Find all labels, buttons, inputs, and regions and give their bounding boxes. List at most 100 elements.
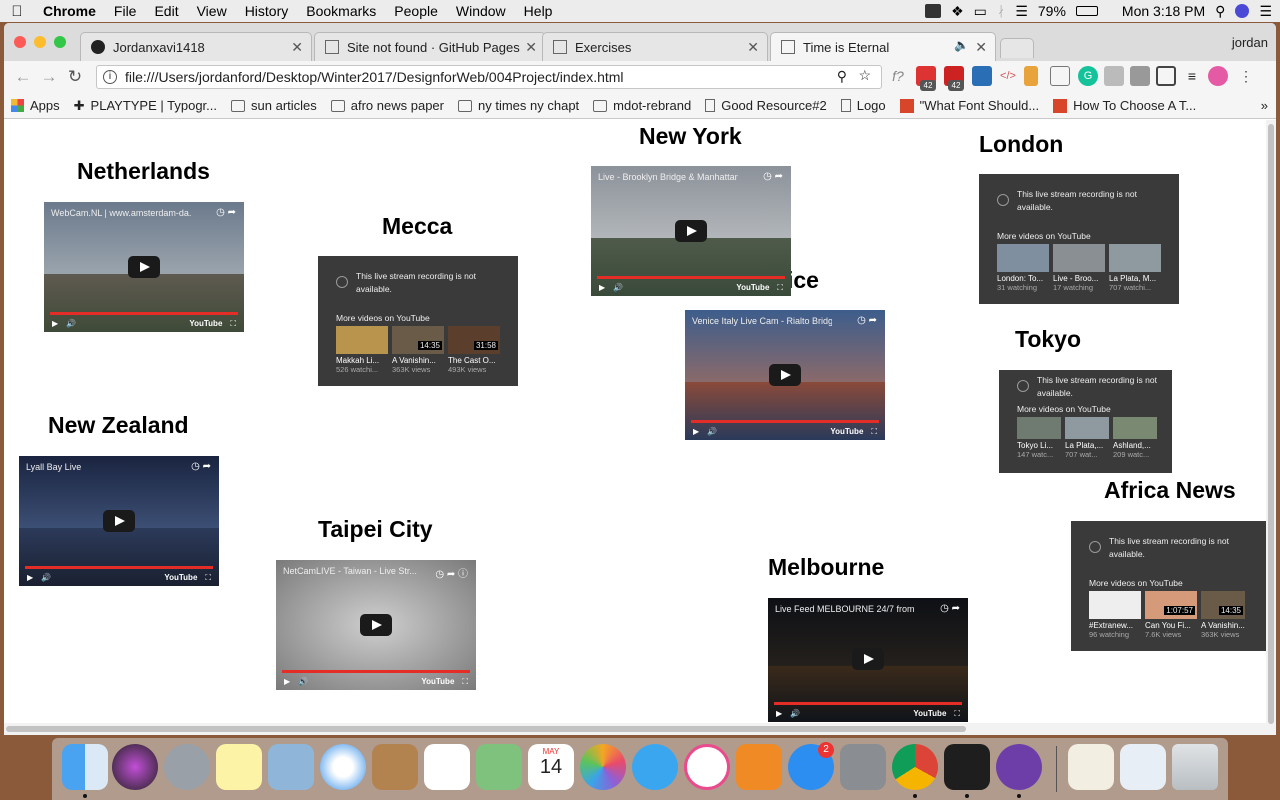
tab-site-not-found[interactable]: Site not found · GitHub Pages ✕ (314, 32, 546, 61)
document-stack-icon[interactable] (1068, 744, 1114, 790)
ibooks-icon[interactable] (736, 744, 782, 790)
watch-later-share-icons[interactable]: ◷ ➦ (763, 171, 783, 182)
spotlight-icon[interactable]: ⚲ (1215, 3, 1225, 20)
contacts-icon[interactable] (372, 744, 418, 790)
vertical-scrollbar[interactable] (1266, 120, 1276, 735)
menu-clock[interactable]: Mon 3:18 PM (1122, 3, 1205, 19)
video-player-venice[interactable]: Venice Italy Live Cam - Rialto Bridge...… (685, 310, 885, 440)
info-icon[interactable]: i (103, 70, 117, 84)
menu-file[interactable]: File (105, 3, 146, 19)
preview-icon[interactable] (268, 744, 314, 790)
calendar-icon[interactable]: MAY 14 (528, 744, 574, 790)
launchpad-icon[interactable] (164, 744, 210, 790)
minimize-window-button[interactable] (34, 36, 46, 48)
youtube-logo[interactable]: YouTube (164, 573, 197, 582)
safari-icon[interactable] (320, 744, 366, 790)
back-icon[interactable]: ← (10, 67, 36, 87)
fullscreen-icon[interactable]: ⛶ (954, 709, 960, 719)
bookmark-folder-sun-articles[interactable]: sun articles (224, 98, 324, 113)
maps-icon[interactable] (476, 744, 522, 790)
play-icon[interactable] (675, 220, 707, 242)
volume-icon[interactable]: 🔊 (613, 283, 623, 292)
play-control-icon[interactable]: ▶ (776, 709, 782, 718)
grid-extension-icon[interactable] (1050, 66, 1070, 86)
messages-icon[interactable] (632, 744, 678, 790)
notes-icon[interactable] (216, 744, 262, 790)
zoom-window-button[interactable] (54, 36, 66, 48)
bookmark-what-font[interactable]: "What Font Should... (893, 98, 1047, 113)
bookmark-logo[interactable]: Logo (834, 98, 893, 113)
menu-history[interactable]: History (236, 3, 298, 19)
address-url[interactable]: file:///Users/jordanford/Desktop/Winter2… (125, 69, 624, 85)
volume-icon[interactable]: 🔊 (298, 677, 308, 686)
suggested-video[interactable]: #Extranew... 96 watching (1089, 591, 1141, 639)
suggested-video[interactable]: Live - Broo... 17 watching (1053, 244, 1105, 292)
suggested-video[interactable]: 31:58 The Cast O... 493K views (448, 326, 500, 374)
chrome-icon[interactable] (892, 744, 938, 790)
suggested-video[interactable]: London: To... 31 watching (997, 244, 1049, 292)
close-window-button[interactable] (14, 36, 26, 48)
bookmark-folder-ny-times[interactable]: ny times ny chapt (451, 98, 586, 113)
notification-center-icon[interactable]: ☰ (1259, 3, 1272, 20)
bookmarks-overflow-icon[interactable]: » (1261, 98, 1268, 113)
video-unavailable-tokyo[interactable]: This live stream recording is not availa… (999, 370, 1172, 473)
finder-icon[interactable] (62, 744, 108, 790)
github-desktop-icon[interactable] (996, 744, 1042, 790)
siri-icon[interactable] (1235, 4, 1250, 18)
apple-menu-icon[interactable]:  (0, 3, 34, 20)
bookmark-apps[interactable]: Apps (4, 98, 67, 113)
siri-icon[interactable] (112, 744, 158, 790)
downloads-stack-icon[interactable] (1120, 744, 1166, 790)
video-unavailable-africa-news[interactable]: This live stream recording is not availa… (1071, 521, 1266, 651)
bookmark-folder-afro-news[interactable]: afro news paper (324, 98, 451, 113)
fullscreen-icon[interactable]: ⛶ (871, 427, 877, 437)
play-icon[interactable] (103, 510, 135, 532)
bookmark-good-resource[interactable]: Good Resource#2 (698, 98, 834, 113)
extension-icon-blue[interactable] (972, 66, 992, 86)
screenshot-extension-icon[interactable] (1156, 66, 1176, 86)
watch-later-share-icons[interactable]: ◷ ➦ (940, 603, 960, 614)
close-tab-icon[interactable]: ✕ (525, 39, 537, 56)
menu-people[interactable]: People (385, 3, 447, 19)
close-tab-icon[interactable]: ✕ (975, 39, 987, 56)
close-tab-icon[interactable]: ✕ (291, 39, 303, 56)
puzzle-extension-icon[interactable] (1104, 66, 1124, 86)
tab-time-is-eternal[interactable]: Time is Eternal 🔈 ✕ (770, 32, 996, 61)
suggested-video[interactable]: 14:35 A Vanishin... 363K views (392, 326, 444, 374)
battery-icon[interactable] (1075, 6, 1098, 16)
tab-github-profile[interactable]: Jordanxavi1418 ✕ (80, 32, 312, 61)
horizontal-scroll-thumb[interactable] (6, 726, 966, 732)
airplay-icon[interactable]: ▭ (974, 3, 987, 20)
grammarly-icon[interactable]: G (1078, 66, 1098, 86)
youtube-logo[interactable]: YouTube (189, 319, 222, 328)
profile-name[interactable]: jordan (1232, 35, 1268, 50)
bookmark-how-to-choose[interactable]: How To Choose A T... (1046, 98, 1203, 113)
watch-later-share-icons[interactable]: ◷ ➦ (857, 315, 877, 326)
ruler-extension-icon[interactable] (1024, 66, 1038, 86)
bookmark-playtype[interactable]: ✚ PLAYTYPE | Typogr... (67, 98, 224, 114)
bluetooth-icon[interactable]: ᛅ (997, 3, 1005, 19)
system-preferences-icon[interactable] (840, 744, 886, 790)
volume-icon[interactable]: 🔊 (41, 573, 51, 582)
play-control-icon[interactable]: ▶ (599, 283, 605, 292)
bookmark-star-icon[interactable]: ☆ (858, 67, 871, 84)
suggested-video[interactable]: Tokyo Li... 147 watc... (1017, 417, 1061, 459)
watch-later-share-icons[interactable]: ◷ ➦ (216, 207, 236, 218)
play-icon[interactable] (769, 364, 801, 386)
fullscreen-icon[interactable]: ⛶ (230, 319, 236, 329)
youtube-logo[interactable]: YouTube (830, 427, 863, 436)
horizontal-scrollbar[interactable] (4, 723, 1266, 735)
video-player-netherlands[interactable]: WebCam.NL | www.amsterdam-da... ◷ ➦ ▶ 🔊 Yo… (44, 202, 244, 332)
menu-edit[interactable]: Edit (145, 3, 187, 19)
video-player-taipei[interactable]: NetCamLIVE - Taiwan - Live Str... ◷ ➦ ⓘ … (276, 560, 476, 690)
reload-icon[interactable]: ↻ (62, 67, 88, 87)
forward-icon[interactable]: → (36, 67, 62, 87)
volume-icon[interactable]: 🔊 (707, 427, 717, 436)
menu-window[interactable]: Window (447, 3, 515, 19)
vertical-scroll-thumb[interactable] (1268, 124, 1274, 724)
layers-extension-icon[interactable] (1130, 66, 1150, 86)
play-icon[interactable] (852, 648, 884, 670)
video-unavailable-mecca[interactable]: This live stream recording is not availa… (318, 256, 518, 386)
color-extension-icon[interactable] (1208, 66, 1228, 86)
volume-icon[interactable]: 🔊 (790, 709, 800, 718)
